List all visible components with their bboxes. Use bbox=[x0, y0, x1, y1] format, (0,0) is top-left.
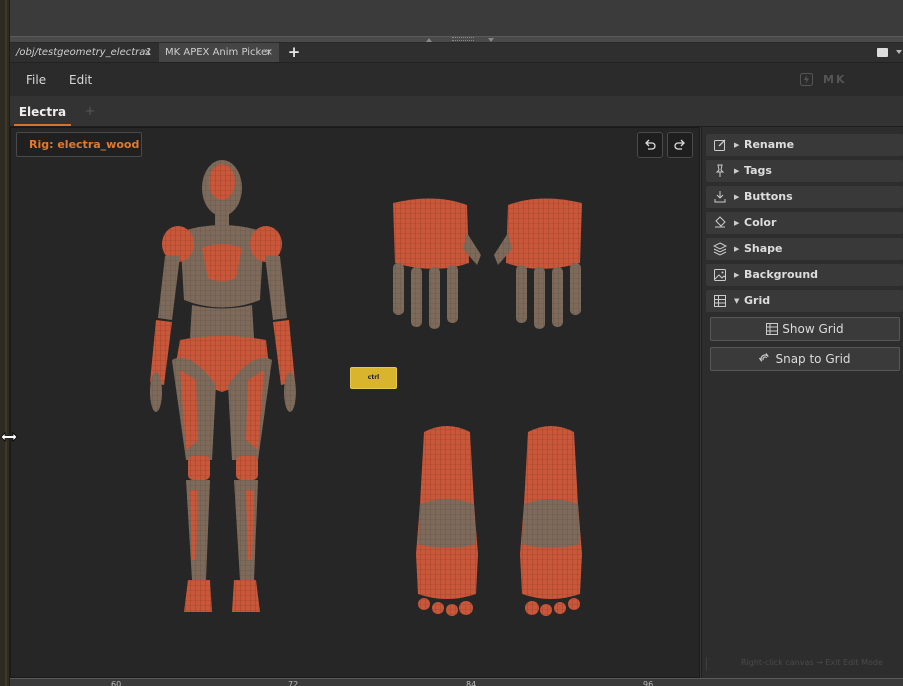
add-tab-button[interactable]: + bbox=[83, 96, 97, 126]
picker-control-button[interactable]: ctrl bbox=[350, 367, 397, 389]
picker-canvas[interactable] bbox=[10, 127, 700, 678]
expand-up-icon[interactable] bbox=[426, 38, 432, 42]
section-background[interactable]: ▶ Background bbox=[706, 264, 903, 286]
section-label: Color bbox=[744, 216, 777, 229]
section-shape[interactable]: ▶ Shape bbox=[706, 238, 903, 260]
redo-icon bbox=[674, 139, 685, 150]
ruler-tick: 84 bbox=[466, 680, 477, 686]
menu-file[interactable]: File bbox=[26, 62, 46, 96]
layers-icon bbox=[713, 242, 727, 256]
section-tags[interactable]: ▶ Tags bbox=[706, 160, 903, 182]
menu-edit[interactable]: Edit bbox=[69, 62, 92, 96]
left-foot-image bbox=[416, 426, 478, 616]
paint-bucket-icon bbox=[715, 216, 726, 228]
snap-to-grid-label: Snap to Grid bbox=[775, 352, 851, 366]
undo-icon bbox=[645, 139, 656, 150]
host-tab-label: /obj/testgeometry_electra1 bbox=[16, 47, 152, 58]
splitter-grip-icon[interactable] bbox=[452, 37, 474, 41]
section-label: Shape bbox=[744, 242, 783, 255]
host-left-strip bbox=[0, 0, 10, 686]
body-front-image bbox=[150, 160, 296, 612]
brand-logo-icon bbox=[800, 73, 813, 86]
rig-name-label: Rig: electra_wood bbox=[16, 132, 142, 157]
undo-button[interactable] bbox=[637, 132, 663, 158]
grid-icon bbox=[714, 295, 726, 307]
section-label: Grid bbox=[744, 294, 771, 307]
host-tab-label: MK APEX Anim Picker bbox=[165, 47, 272, 58]
chevron-right-icon: ▶ bbox=[734, 245, 740, 253]
chevron-right-icon: ▶ bbox=[734, 141, 740, 149]
chevron-right-icon: ▶ bbox=[734, 193, 740, 201]
redo-button[interactable] bbox=[667, 132, 693, 158]
chevron-right-icon: ▶ bbox=[734, 167, 740, 175]
resize-cursor-icon bbox=[0, 432, 18, 442]
right-foot-image bbox=[520, 426, 582, 616]
expand-down-icon[interactable] bbox=[488, 38, 494, 42]
pin-icon bbox=[715, 164, 725, 177]
status-hint: Right-click canvas → Exit Edit Mode bbox=[741, 658, 883, 667]
new-tab-button[interactable]: + bbox=[287, 43, 301, 62]
snap-to-grid-button[interactable]: Snap to Grid bbox=[710, 347, 900, 371]
ruler-tick: 96 bbox=[643, 680, 654, 686]
panel-divider bbox=[706, 657, 707, 671]
pane-layout-icon[interactable] bbox=[877, 48, 888, 57]
ruler-tick: 60 bbox=[111, 680, 122, 686]
image-icon bbox=[714, 269, 726, 281]
host-tab-anim-picker[interactable]: MK APEX Anim Picker × bbox=[159, 43, 279, 62]
section-color[interactable]: ▶ Color bbox=[706, 212, 903, 234]
left-hand-image bbox=[393, 198, 481, 329]
menu-bar bbox=[10, 62, 903, 96]
download-icon bbox=[714, 191, 726, 203]
brand-title: MK PICKER bbox=[823, 73, 878, 122]
edit-icon bbox=[714, 139, 726, 151]
section-label: Buttons bbox=[744, 190, 793, 203]
host-tab-obj[interactable]: /obj/testgeometry_electra1 × bbox=[10, 43, 158, 62]
tab-electra[interactable]: Electra bbox=[14, 96, 71, 126]
section-rename[interactable]: ▶ Rename bbox=[706, 134, 903, 156]
section-label: Tags bbox=[744, 164, 772, 177]
table-icon bbox=[766, 323, 779, 335]
show-grid-button[interactable]: Show Grid bbox=[710, 317, 900, 341]
host-top-pane bbox=[10, 0, 903, 36]
section-grid[interactable]: ▼ Grid bbox=[706, 290, 903, 312]
close-icon[interactable]: × bbox=[265, 43, 273, 62]
chevron-right-icon: ▶ bbox=[734, 271, 740, 279]
magnet-icon bbox=[759, 353, 770, 362]
chevron-right-icon: ▶ bbox=[734, 219, 740, 227]
section-buttons[interactable]: ▶ Buttons bbox=[706, 186, 903, 208]
ruler-tick: 72 bbox=[288, 680, 299, 686]
close-icon[interactable]: × bbox=[144, 43, 152, 62]
section-label: Rename bbox=[744, 138, 795, 151]
picker-tab-bar bbox=[10, 96, 903, 127]
section-label: Background bbox=[744, 268, 819, 281]
chevron-down-icon: ▼ bbox=[734, 297, 740, 305]
timeline-ruler[interactable] bbox=[10, 678, 903, 686]
show-grid-label: Show Grid bbox=[782, 322, 844, 336]
properties-panel bbox=[701, 127, 903, 678]
right-hand-image bbox=[494, 198, 582, 329]
chevron-down-icon[interactable] bbox=[896, 50, 902, 54]
